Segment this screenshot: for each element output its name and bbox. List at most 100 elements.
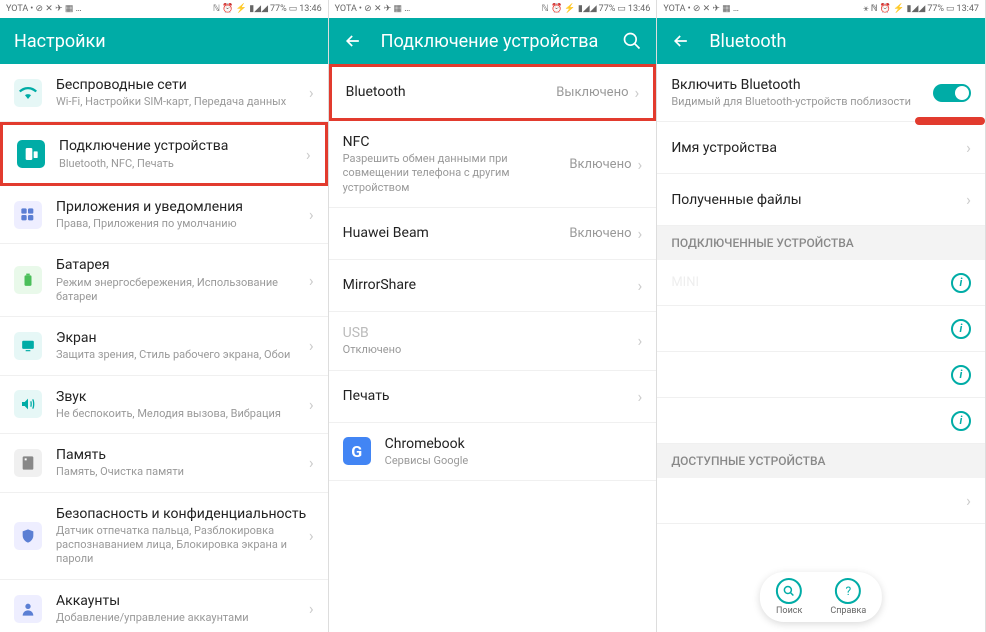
paired-device-row[interactable]: i (657, 352, 985, 398)
mirrorshare-row[interactable]: MirrorShare › (329, 260, 657, 312)
row-title: Huawei Beam (343, 224, 570, 242)
row-title: NFC (343, 133, 570, 151)
row-title: MirrorShare (343, 276, 638, 294)
row-title: Имя устройства (671, 139, 966, 157)
sound-icon (14, 390, 42, 418)
chevron-icon: › (309, 205, 314, 224)
action-bar: Поиск ? Справка (760, 572, 882, 622)
available-device-row[interactable]: › (657, 478, 985, 524)
chevron-icon: › (635, 83, 640, 102)
apps-notifications-row[interactable]: Приложения и уведомленияПрава, Приложени… (0, 186, 328, 244)
wifi-icon (14, 79, 42, 107)
row-title: Полученные файлы (671, 191, 966, 209)
device-icon (17, 140, 45, 168)
row-title: Приложения и уведомления (56, 198, 309, 216)
huawei-beam-row[interactable]: Huawei Beam Включено › (329, 208, 657, 260)
back-icon[interactable] (343, 31, 363, 51)
chevron-icon: › (638, 276, 643, 295)
chevron-icon: › (309, 599, 314, 618)
chevron-icon: › (638, 155, 643, 174)
info-icon[interactable]: i (951, 365, 971, 385)
display-icon (14, 332, 42, 360)
device-connection-screen: YOTA• ⊘ ✕ ✈ ▦ … ℕ ⏰ ⚡ ▮◢◢77%▭13:46 Подкл… (329, 0, 658, 632)
status-bar: YOTA• ⊘ ✕ ✈ ▦ … ℕ ⏰ ⚡ ▮◢◢77%▭13:46 (329, 0, 657, 18)
chevron-icon: › (306, 145, 311, 164)
chevron-icon: › (309, 395, 314, 414)
battery-row[interactable]: БатареяРежим энергосбережения, Использов… (0, 244, 328, 317)
chevron-icon: › (966, 491, 971, 510)
row-title: Беспроводные сети (56, 76, 309, 94)
nfc-row[interactable]: NFCРазрешить обмен данными при совмещени… (329, 121, 657, 208)
row-sub: Права, Приложения по умолчанию (56, 217, 309, 231)
info-icon[interactable]: i (951, 273, 971, 293)
signal-icons: ℕ ⏰ ⚡ ▮◢◢ (213, 4, 268, 14)
paired-device-row[interactable]: MINIi (657, 260, 985, 306)
chevron-icon: › (966, 138, 971, 157)
storage-row[interactable]: ПамятьПамять, Очистка памяти › (0, 434, 328, 492)
bluetooth-row[interactable]: Bluetooth Выключено › (329, 64, 657, 121)
chevron-icon: › (966, 190, 971, 209)
row-value: Выключено (556, 85, 628, 100)
connection-list[interactable]: Bluetooth Выключено › NFCРазрешить обмен… (329, 64, 657, 632)
battery-icon (14, 266, 42, 294)
received-files-row[interactable]: Полученные файлы › (657, 174, 985, 226)
google-icon: G (343, 437, 371, 465)
page-title: Настройки (14, 31, 314, 52)
bluetooth-screen: YOTA• ⊘ ✕ ✈ ▦ … ⚹ ℕ ⏰ ⚡ ▮◢◢77%▭13:47 Blu… (657, 0, 986, 632)
display-row[interactable]: ЭкранЗащита зрения, Стиль рабочего экран… (0, 317, 328, 375)
device-name-row[interactable]: Имя устройства › (657, 122, 985, 174)
chromebook-row[interactable]: G ChromebookСервисы Google (329, 423, 657, 481)
chevron-icon: › (638, 331, 643, 350)
info-icon[interactable]: i (951, 411, 971, 431)
storage-icon (14, 449, 42, 477)
row-sub: Сервисы Google (385, 454, 643, 468)
row-title: Память (56, 446, 309, 464)
wireless-networks-row[interactable]: Беспроводные сетиWi-Fi, Настройки SIM-ка… (0, 64, 328, 122)
print-row[interactable]: Печать › (329, 371, 657, 423)
bluetooth-list[interactable]: Включить BluetoothВидимый для Bluetooth-… (657, 64, 985, 632)
info-icon[interactable]: i (951, 319, 971, 339)
row-title: Безопасность и конфиденциальность (56, 505, 309, 523)
help-button[interactable]: ? Справка (830, 578, 866, 616)
settings-list[interactable]: Беспроводные сетиWi-Fi, Настройки SIM-ка… (0, 64, 328, 632)
row-sub: Wi-Fi, Настройки SIM-карт, Передача данн… (56, 95, 309, 109)
enable-bluetooth-row[interactable]: Включить BluetoothВидимый для Bluetooth-… (657, 64, 985, 122)
settings-screen: YOTA • ⊘ ✕ ✈ ▦ … ℕ ⏰ ⚡ ▮◢◢ 77% ▭ 13:46 Н… (0, 0, 329, 632)
row-sub: Защита зрения, Стиль рабочего экрана, Об… (56, 348, 309, 362)
row-title: Аккаунты (56, 592, 309, 610)
bluetooth-toggle[interactable] (933, 84, 971, 102)
row-title: Включить Bluetooth (671, 76, 933, 94)
security-row[interactable]: Безопасность и конфиденциальностьДатчик … (0, 493, 328, 580)
chevron-icon: › (309, 271, 314, 290)
header: Настройки (0, 18, 328, 64)
battery-label: 77% (270, 4, 287, 14)
paired-section-header: ПОДКЛЮЧЕННЫЕ УСТРОЙСТВА (657, 226, 985, 260)
row-title: Экран (56, 329, 309, 347)
row-title: Bluetooth (346, 83, 557, 101)
header: Подключение устройства (329, 18, 657, 64)
paired-device-row[interactable]: i (657, 306, 985, 352)
row-sub: Не беспокоить, Мелодия вызова, Вибрация (56, 407, 309, 421)
row-sub: Добавление/управление аккаунтами (56, 611, 309, 625)
chevron-icon: › (638, 387, 643, 406)
row-title: Chromebook (385, 435, 643, 453)
paired-device-row[interactable]: i (657, 398, 985, 444)
row-title: Печать (343, 387, 638, 405)
accounts-row[interactable]: АккаунтыДобавление/управление аккаунтами… (0, 580, 328, 632)
row-value: Включено (569, 226, 631, 241)
status-bar: YOTA• ⊘ ✕ ✈ ▦ … ⚹ ℕ ⏰ ⚡ ▮◢◢77%▭13:47 (657, 0, 985, 18)
time-label: 13:46 (299, 4, 321, 14)
chevron-icon: › (309, 526, 314, 545)
row-value: Включено (569, 157, 631, 172)
usb-row: USBОтключено › (329, 312, 657, 370)
page-title: Bluetooth (709, 31, 971, 52)
search-icon[interactable] (622, 31, 642, 51)
chevron-icon: › (309, 83, 314, 102)
row-sub: Отключено (343, 343, 638, 357)
back-icon[interactable] (671, 31, 691, 51)
page-title: Подключение устройства (381, 31, 605, 52)
search-button[interactable]: Поиск (776, 578, 802, 616)
sound-row[interactable]: ЗвукНе беспокоить, Мелодия вызова, Вибра… (0, 376, 328, 434)
device-connection-row[interactable]: Подключение устройстваBluetooth, NFC, Пе… (0, 122, 328, 185)
status-bar: YOTA • ⊘ ✕ ✈ ▦ … ℕ ⏰ ⚡ ▮◢◢ 77% ▭ 13:46 (0, 0, 328, 18)
